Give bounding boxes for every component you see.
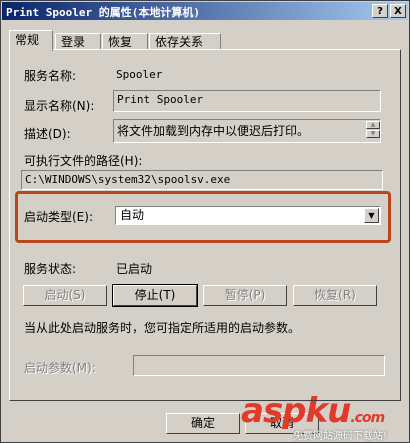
properties-dialog: Print Spooler 的属性(本地计算机) ? X 常规 登录 恢复 依存…: [0, 0, 410, 443]
close-button[interactable]: X: [390, 4, 406, 18]
tab-recovery[interactable]: 恢复: [102, 33, 148, 50]
ok-button[interactable]: 确定: [166, 413, 240, 434]
tab-logon[interactable]: 登录: [55, 33, 101, 50]
help-button[interactable]: ?: [372, 4, 388, 18]
watermark-tagline: 免费网站源码下载站!: [293, 431, 388, 442]
title-bar: Print Spooler 的属性(本地计算机) ? X: [2, 2, 408, 20]
tab-dependencies[interactable]: 依存关系: [149, 33, 221, 50]
tab-general[interactable]: 常规: [9, 30, 53, 51]
window-title: Print Spooler 的属性(本地计算机): [6, 6, 200, 19]
tab-strip: 常规 登录 恢复 依存关系: [9, 30, 403, 51]
general-panel: [9, 49, 401, 401]
